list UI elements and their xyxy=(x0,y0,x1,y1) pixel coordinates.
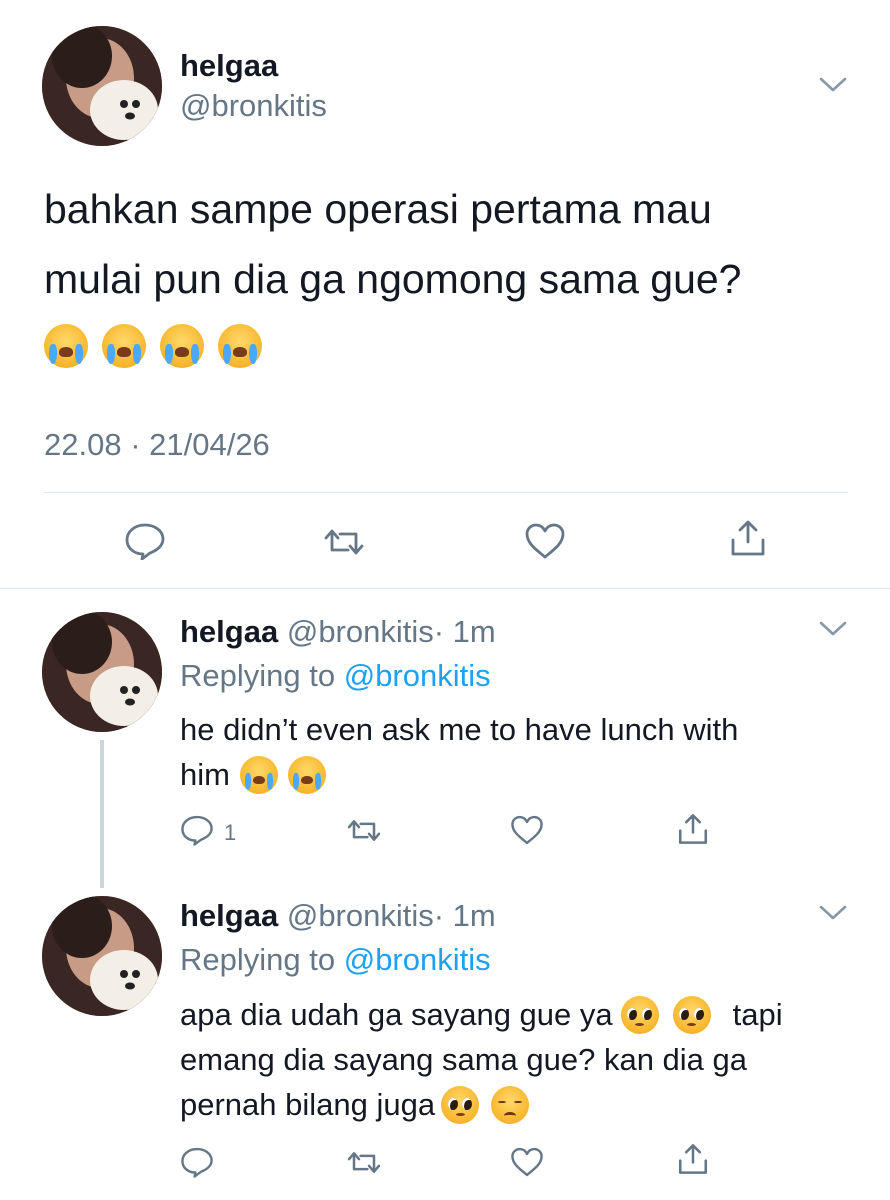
reply-text-line-3: pernah bilang juga xyxy=(180,1087,436,1122)
retweet-icon[interactable] xyxy=(320,526,368,558)
thread-line xyxy=(100,740,104,888)
loudly-crying-face-icon xyxy=(160,324,204,368)
avatar[interactable] xyxy=(42,896,162,1016)
loudly-crying-face-icon xyxy=(239,756,278,794)
replying-to-link[interactable]: @bronkitis xyxy=(344,942,491,977)
heart-icon[interactable] xyxy=(510,814,544,846)
reply-icon[interactable] xyxy=(180,1146,214,1178)
heart-icon[interactable] xyxy=(524,522,566,560)
tweet-timestamp[interactable]: 22.08 · 21/04/26 xyxy=(44,427,270,463)
display-name[interactable]: helgaa xyxy=(180,898,278,933)
replying-to: Replying to @bronkitis xyxy=(180,942,491,978)
replying-to-label: Replying to xyxy=(180,658,336,693)
reply-text-line-1-wrap: apa dia udah ga sayang gue ya tapi xyxy=(180,996,783,1034)
loudly-crying-face-icon xyxy=(218,324,262,368)
loudly-crying-face-icon xyxy=(102,324,146,368)
divider xyxy=(0,588,890,589)
reply-icon[interactable] xyxy=(180,814,214,846)
reply-text-line-1: apa dia udah ga sayang gue ya xyxy=(180,997,613,1032)
reply-time[interactable]: · 1m xyxy=(434,898,496,933)
avatar[interactable] xyxy=(42,612,162,732)
loudly-crying-face-icon xyxy=(44,324,88,368)
user-handle[interactable]: @bronkitis xyxy=(287,614,434,649)
reply-count: 1 xyxy=(224,820,237,845)
chevron-down-icon[interactable] xyxy=(818,74,848,94)
share-icon[interactable] xyxy=(676,812,710,846)
reply-text-line-2: him xyxy=(180,757,230,792)
chevron-down-icon[interactable] xyxy=(818,618,848,638)
emoji-row xyxy=(44,324,262,368)
share-icon[interactable] xyxy=(676,1142,710,1176)
user-handle[interactable]: @bronkitis xyxy=(180,88,327,124)
reply-time[interactable]: · 1m xyxy=(434,614,496,649)
reply-text-line-1-tail: tapi xyxy=(732,997,783,1032)
reply-header: helgaa @bronkitis· 1m xyxy=(180,898,496,934)
disappointed-face-icon xyxy=(491,1086,530,1124)
divider xyxy=(44,492,848,493)
reply-header: helgaa @bronkitis· 1m xyxy=(180,614,496,650)
pleading-face-icon xyxy=(672,996,711,1034)
loudly-crying-face-icon xyxy=(287,756,326,794)
tweet-text-line-1: bahkan sampe operasi pertama mau xyxy=(44,186,712,232)
retweet-icon[interactable] xyxy=(344,817,384,844)
display-name[interactable]: helgaa xyxy=(180,614,278,649)
reply-text-line-1: he didn’t even ask me to have lunch with xyxy=(180,712,739,747)
reply-text-line-2-wrap: him xyxy=(180,756,326,794)
reply-text-line-2: emang dia sayang sama gue? kan dia ga xyxy=(180,1042,748,1077)
display-name[interactable]: helgaa xyxy=(180,48,278,84)
replying-to-link[interactable]: @bronkitis xyxy=(344,658,491,693)
tweet-text-line-2: mulai pun dia ga ngomong sama gue? xyxy=(44,256,742,302)
reply-icon[interactable] xyxy=(124,522,166,560)
user-handle[interactable]: @bronkitis xyxy=(287,898,434,933)
replying-to: Replying to @bronkitis xyxy=(180,658,491,694)
heart-icon[interactable] xyxy=(510,1146,544,1178)
retweet-icon[interactable] xyxy=(344,1149,384,1176)
avatar[interactable] xyxy=(42,26,162,146)
pleading-face-icon xyxy=(620,996,659,1034)
replying-to-label: Replying to xyxy=(180,942,336,977)
pleading-face-icon xyxy=(441,1086,480,1124)
reply-text-line-3-wrap: pernah bilang juga xyxy=(180,1086,530,1124)
chevron-down-icon[interactable] xyxy=(818,902,848,922)
share-icon[interactable] xyxy=(728,518,768,558)
